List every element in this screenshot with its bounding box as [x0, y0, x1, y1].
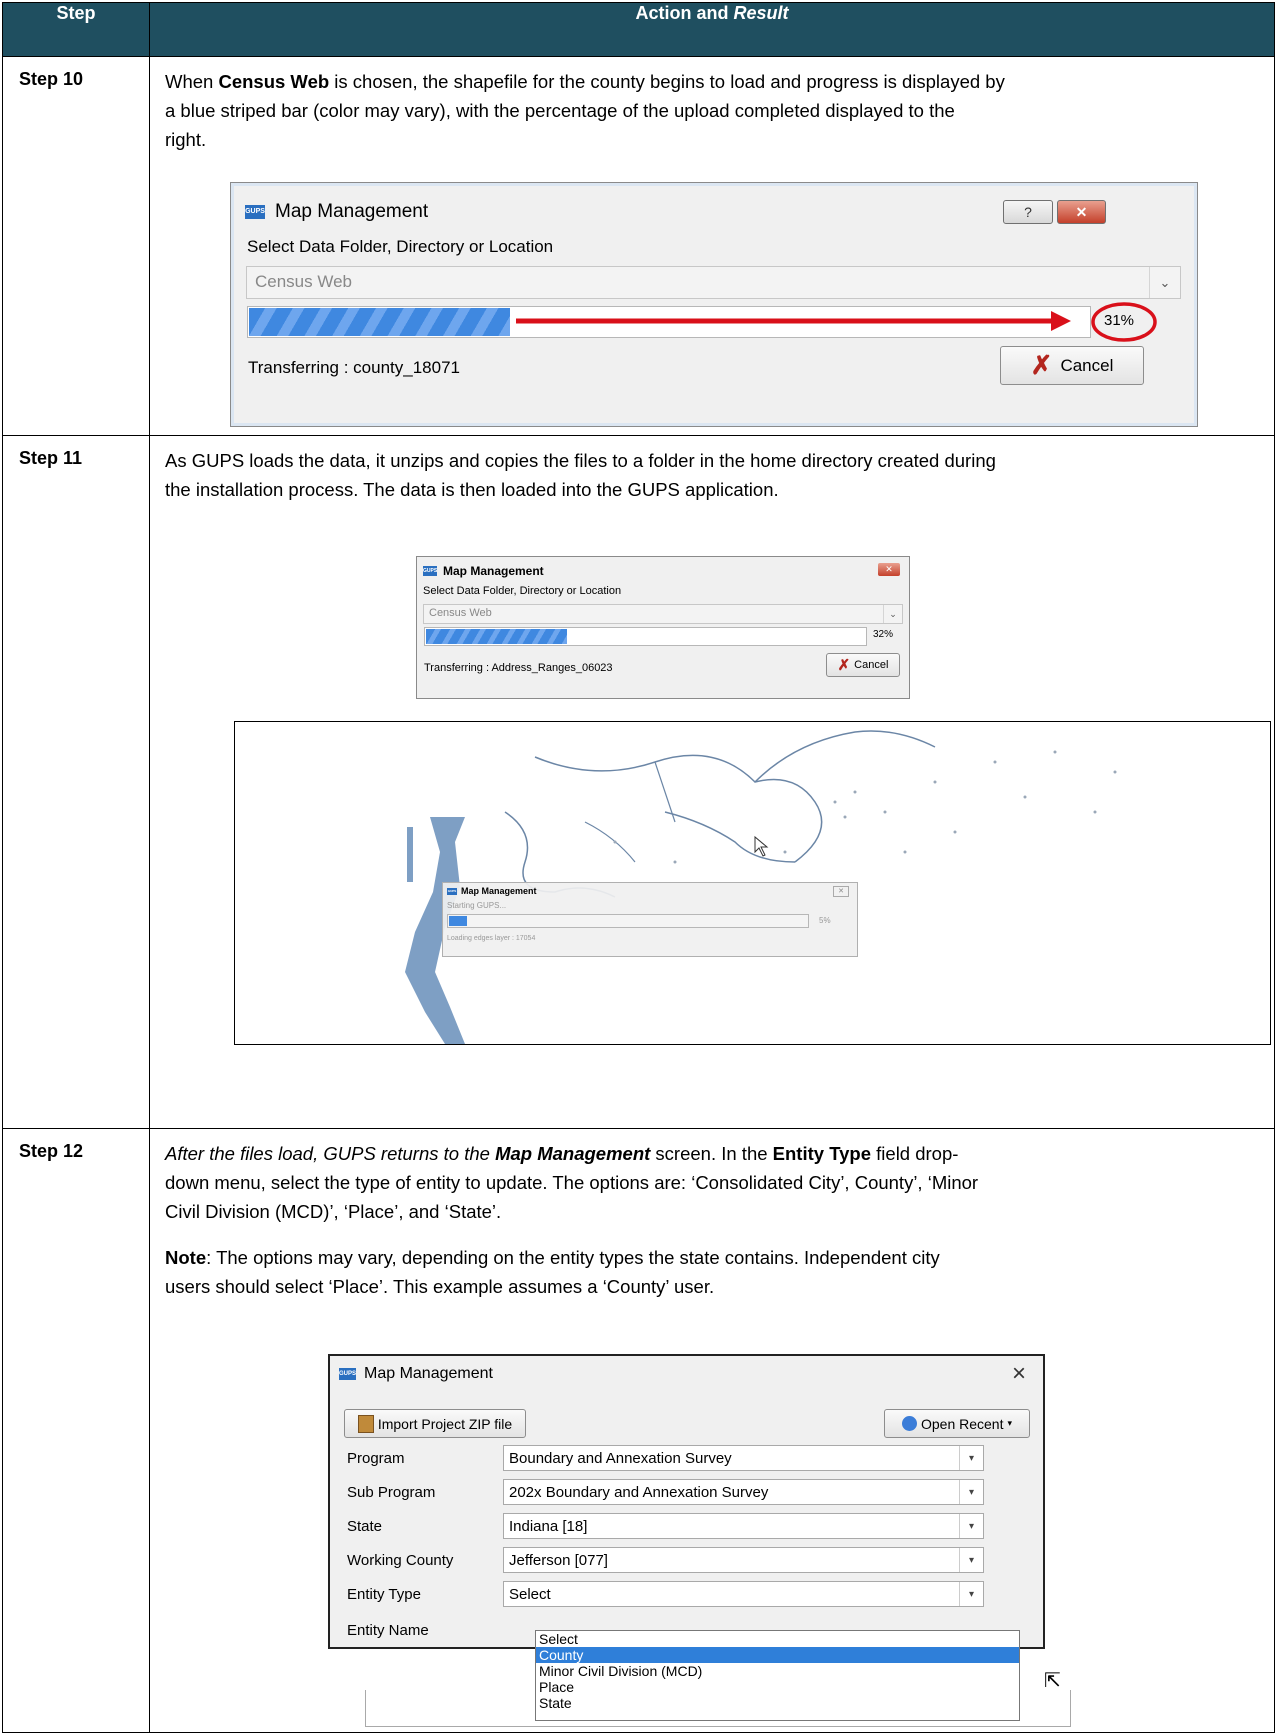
step-10-line-3: right.: [165, 129, 207, 150]
step-10-line-2: a blue striped bar (color may vary), wit…: [165, 100, 955, 121]
step-12-note: Note: The options may vary, depending on…: [165, 1243, 940, 1301]
mouse-cursor-icon: [754, 835, 769, 857]
cancel-x-icon: ✗: [837, 657, 851, 674]
action-column-header: Action and Result: [149, 2, 1275, 57]
starting-text: Starting GUPS...: [447, 901, 507, 910]
location-value: Census Web: [429, 607, 492, 619]
help-button[interactable]: ?: [1003, 200, 1053, 224]
step-11-line-2: the installation process. The data is th…: [165, 479, 779, 500]
step-12-line-1: After the files load, GUPS returns to th…: [165, 1143, 959, 1164]
step-12-label: Step 12: [2, 1128, 150, 1733]
cancel-button[interactable]: ✗ Cancel: [826, 653, 900, 677]
option-county[interactable]: County: [536, 1647, 1019, 1663]
recent-globe-icon: [901, 1416, 917, 1431]
status-text: Transferring : county_18071: [248, 358, 460, 377]
state-dropdown[interactable]: Indiana [18] ▾: [503, 1513, 984, 1539]
step-12-paragraph: After the files load, GUPS returns to th…: [165, 1139, 978, 1226]
status-text: Transferring : Address_Ranges_06023: [424, 662, 613, 674]
chevron-down-icon: ▾: [959, 1582, 983, 1606]
step-10-label: Step 10: [2, 56, 150, 436]
progress-fill: [249, 308, 511, 336]
step-10-text: When Census Web is chosen, the shapefile…: [165, 67, 1005, 154]
chevron-down-icon: ▾: [959, 1480, 983, 1504]
step-11-line-1: As GUPS loads the data, it unzips and co…: [165, 450, 996, 471]
step-column-header: Step: [2, 2, 150, 57]
mouse-cursor-icon: ⇱: [1044, 1670, 1061, 1692]
progress-bar: [424, 627, 867, 646]
working-county-dropdown[interactable]: Jefferson [077] ▾: [503, 1547, 984, 1573]
chevron-down-icon[interactable]: ⌄: [883, 605, 902, 623]
chevron-down-icon: ▾: [959, 1514, 983, 1538]
cancel-button[interactable]: ✗ Cancel: [1000, 346, 1144, 385]
progress-fill: [426, 629, 568, 644]
import-project-zip-button[interactable]: Import Project ZIP file: [344, 1409, 526, 1438]
note-line-1: Note: The options may vary, depending on…: [165, 1247, 940, 1268]
entity-type-dropdown[interactable]: Select ▾: [503, 1581, 984, 1607]
step-10-line-1: When Census Web is chosen, the shapefile…: [165, 71, 1005, 92]
instruction-table: Step Action and Result Step 10 When Cens…: [2, 2, 1275, 1733]
chevron-down-icon: ▾: [1007, 1418, 1013, 1428]
close-button[interactable]: ✕: [833, 886, 849, 897]
sub-program-label: Sub Program: [347, 1484, 436, 1501]
map-management-dialog-progress: GUPS Map Management ? ✕ Select Data Fold…: [230, 182, 1198, 427]
location-combobox[interactable]: Census Web ⌄: [423, 604, 903, 624]
sub-program-dropdown[interactable]: 202x Boundary and Annexation Survey ▾: [503, 1479, 984, 1505]
entity-name-label: Entity Name: [347, 1622, 429, 1639]
dialog-title: GUPS Map Management: [423, 564, 544, 578]
gups-app-icon: GUPS: [339, 1368, 356, 1380]
option-select[interactable]: Select: [536, 1631, 1019, 1647]
option-state[interactable]: State: [536, 1695, 1019, 1711]
close-button[interactable]: ✕: [878, 563, 900, 576]
location-value: Census Web: [255, 272, 353, 291]
select-location-label: Select Data Folder, Directory or Locatio…: [423, 585, 622, 597]
map-management-dialog-small: GUPS Map Management ✕ Select Data Folder…: [416, 556, 910, 699]
progress-percent: 32%: [873, 629, 894, 640]
entity-type-label: Entity Type: [347, 1586, 421, 1603]
map-loading-screenshot: GUPS Map Management ✕ Starting GUPS... 5…: [234, 721, 1271, 1045]
open-recent-button[interactable]: Open Recent ▾: [884, 1409, 1030, 1438]
starting-gups-dialog: GUPS Map Management ✕ Starting GUPS... 5…: [442, 882, 858, 957]
note-line-2: users should select ‘Place’. This exampl…: [165, 1276, 715, 1297]
cancel-x-icon: ✗: [1030, 350, 1053, 380]
step-11-action: As GUPS loads the data, it unzips and co…: [149, 435, 1275, 1129]
action-header-italic: Result: [733, 3, 789, 23]
select-location-label: Select Data Folder, Directory or Locatio…: [247, 237, 554, 256]
dialog-title: GUPS Map Management: [447, 886, 537, 896]
program-dropdown[interactable]: Boundary and Annexation Survey ▾: [503, 1445, 984, 1471]
progress-bar: [447, 914, 809, 928]
map-management-dialog-entity: GUPS Map Management × Import Project ZIP…: [328, 1354, 1045, 1649]
step-12-line-3: Civil Division (MCD)’, ‘Place’, and ‘Sta…: [165, 1201, 502, 1222]
gups-app-icon: GUPS: [423, 566, 438, 576]
step-10-action: When Census Web is chosen, the shapefile…: [149, 56, 1275, 436]
step-11-text: As GUPS loads the data, it unzips and co…: [165, 446, 996, 504]
option-place[interactable]: Place: [536, 1679, 1019, 1695]
action-header-plain: Action and: [635, 3, 734, 23]
chevron-down-icon: ▾: [959, 1548, 983, 1572]
chevron-down-icon[interactable]: ⌄: [1149, 267, 1180, 298]
dialog-title: GUPS Map Management: [339, 1365, 493, 1382]
highlight-circle: [1091, 302, 1157, 342]
step-11-label: Step 11: [2, 435, 150, 1129]
close-icon[interactable]: ×: [1012, 1360, 1026, 1388]
step-12-line-2: down menu, select the type of entity to …: [165, 1172, 979, 1193]
dialog-title: GUPS Map Management: [245, 201, 429, 222]
state-label: State: [347, 1518, 383, 1535]
gups-app-icon: GUPS: [245, 205, 265, 219]
table-row-step-11: Step 11 As GUPS loads the data, it unzip…: [2, 435, 1275, 1129]
arrow-annotation: [516, 311, 1071, 331]
working-county-label: Working County: [347, 1552, 454, 1569]
location-combobox[interactable]: Census Web ⌄: [246, 266, 1181, 299]
gups-app-icon: GUPS: [447, 887, 457, 895]
progress-percent: 5%: [819, 916, 831, 925]
option-minor-civil-division-mcd[interactable]: Minor Civil Division (MCD): [536, 1663, 1019, 1679]
table-row-step-10: Step 10 When Census Web is chosen, the s…: [2, 56, 1275, 436]
status-text: Loading edges layer : 17054: [447, 935, 536, 942]
import-zip-icon: [357, 1414, 374, 1433]
chevron-down-icon: ▾: [959, 1446, 983, 1470]
entity-type-options-list[interactable]: Select County Minor Civil Division (MCD) Pl…: [535, 1630, 1020, 1721]
table-header-row: Step Action and Result: [2, 2, 1275, 57]
program-label: Program: [347, 1450, 405, 1467]
progress-fill: [449, 916, 467, 926]
close-button[interactable]: ✕: [1057, 200, 1106, 224]
